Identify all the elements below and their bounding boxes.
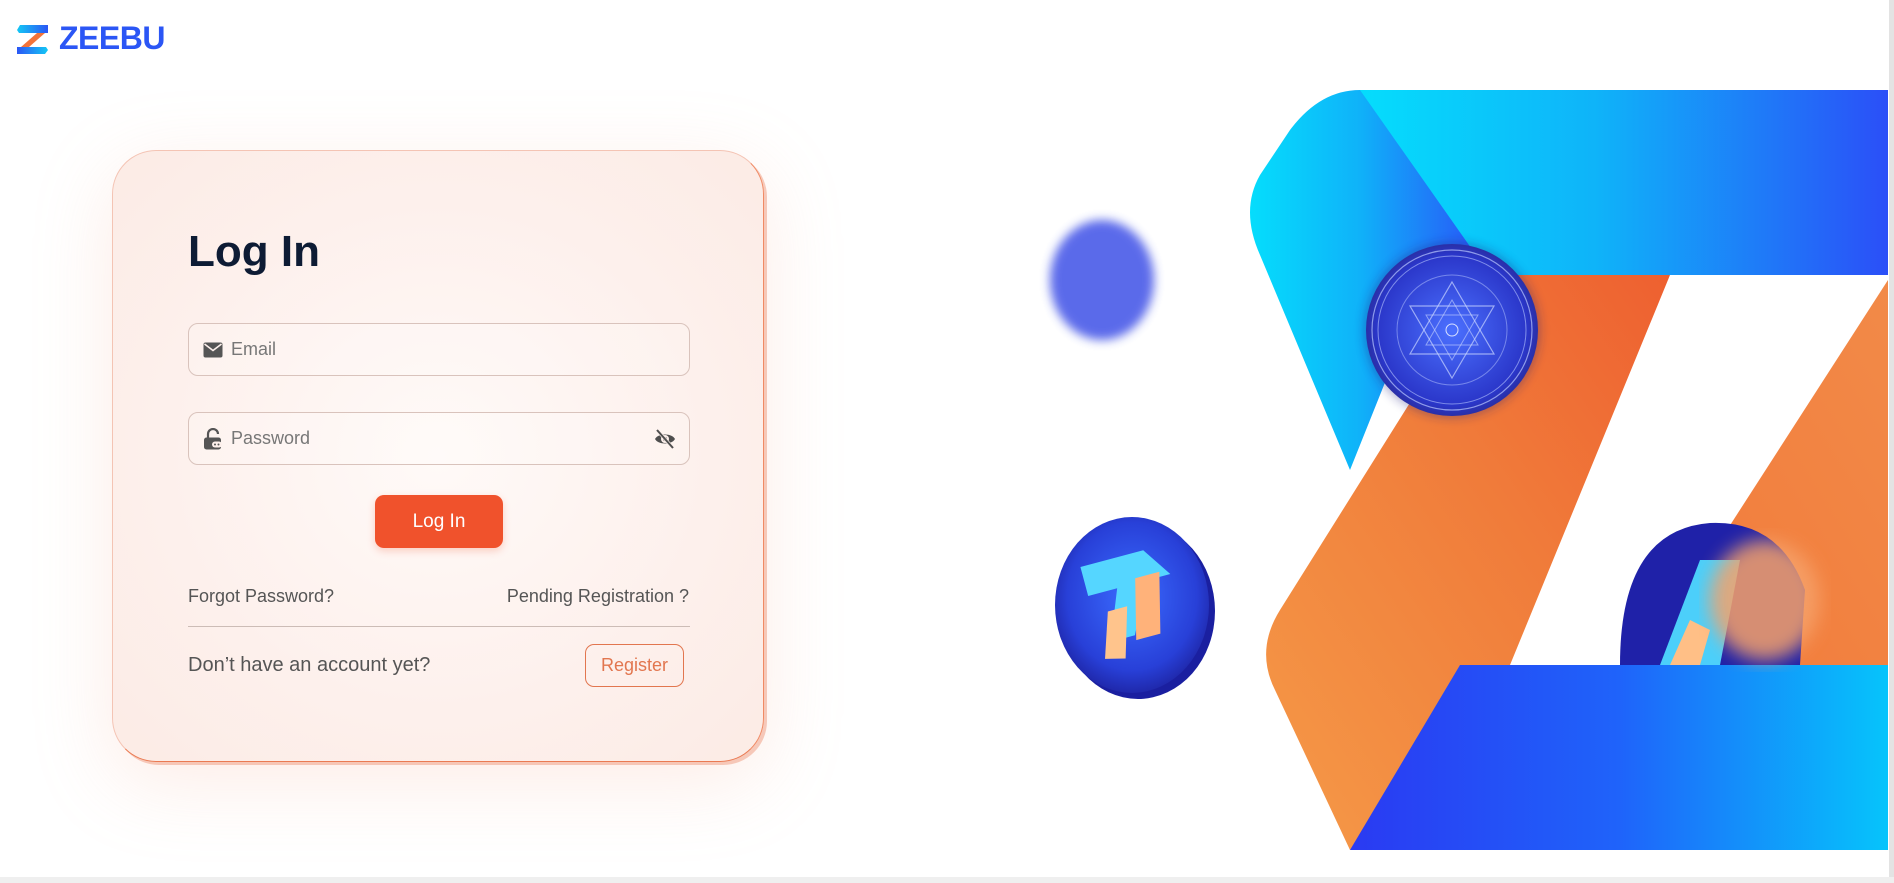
lock-icon <box>203 427 223 449</box>
email-input[interactable] <box>231 324 689 375</box>
eye-off-icon[interactable] <box>653 428 677 450</box>
divider <box>188 626 690 627</box>
login-card: Log In Email Log In Forgot Password? Pen… <box>112 150 764 762</box>
login-page: ZEEBU Log In Email Log In Forgot Passwor… <box>0 0 1894 883</box>
pending-registration-link[interactable]: Pending Registration ? <box>507 586 689 607</box>
password-input[interactable] <box>231 413 689 464</box>
zeebu-coin <box>1055 517 1215 699</box>
password-field[interactable] <box>188 412 690 465</box>
zeebu-hero-illustration <box>1050 90 1888 850</box>
blurred-coin <box>1050 220 1154 340</box>
brand-name: ZEEBU <box>59 20 165 56</box>
envelope-icon <box>203 340 223 360</box>
no-account-text: Don’t have an account yet? <box>188 654 431 676</box>
forgot-password-link[interactable]: Forgot Password? <box>188 586 334 607</box>
login-title: Log In <box>188 227 320 276</box>
scrollbar[interactable] <box>1889 0 1894 883</box>
page-bottom-border <box>0 877 1894 883</box>
register-button[interactable]: Register <box>585 644 684 687</box>
login-button[interactable]: Log In <box>375 495 503 548</box>
email-field[interactable] <box>188 323 690 376</box>
brand-logo[interactable]: ZEEBU <box>15 20 165 57</box>
mandala-coin <box>1364 242 1540 418</box>
zeebu-logo-icon <box>17 24 48 54</box>
